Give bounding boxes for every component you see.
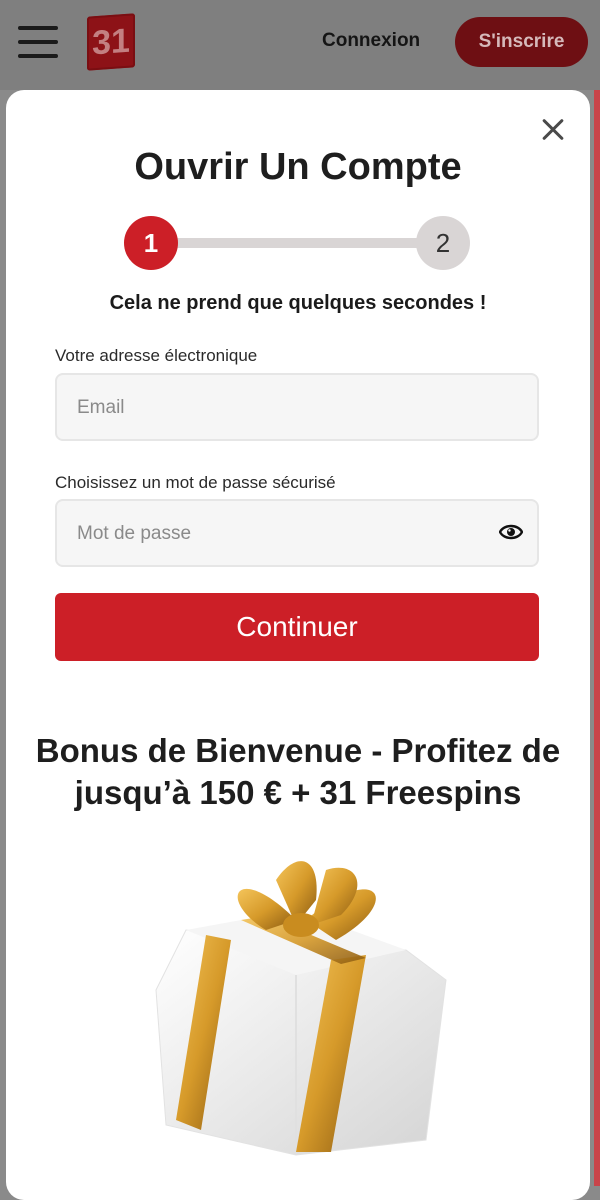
continue-button[interactable]: Continuer xyxy=(55,593,539,661)
eye-icon[interactable] xyxy=(499,523,523,541)
email-input[interactable] xyxy=(75,375,499,441)
background-edge xyxy=(594,90,600,1186)
password-label: Choisissez un mot de passe sécurisé xyxy=(55,473,336,492)
email-field-container xyxy=(55,373,539,441)
top-bar: 31 Connexion S'inscrire xyxy=(0,0,600,90)
password-input[interactable] xyxy=(75,501,499,567)
stepper-progress-line xyxy=(176,238,426,248)
signup-button[interactable]: S'inscrire xyxy=(455,17,588,67)
login-link[interactable]: Connexion xyxy=(322,30,420,52)
modal-title: Ouvrir Un Compte xyxy=(134,146,462,188)
close-icon[interactable] xyxy=(541,118,565,142)
step-1-indicator: 1 xyxy=(124,216,178,270)
signup-modal: Ouvrir Un Compte 1 2 Cela ne prend que q… xyxy=(6,90,590,1200)
modal-subtitle: Cela ne prend que quelques secondes ! xyxy=(109,292,487,314)
password-field-container xyxy=(55,499,539,567)
email-label: Votre adresse électronique xyxy=(55,346,258,365)
hamburger-menu-icon[interactable] xyxy=(18,26,58,60)
bonus-title: Bonus de Bienvenue - Profitez de jusqu’à… xyxy=(35,732,561,811)
site-logo[interactable]: 31 xyxy=(87,13,135,71)
step-2-indicator: 2 xyxy=(416,216,470,270)
gift-image xyxy=(155,861,447,1156)
logo-text: 31 xyxy=(92,21,130,63)
